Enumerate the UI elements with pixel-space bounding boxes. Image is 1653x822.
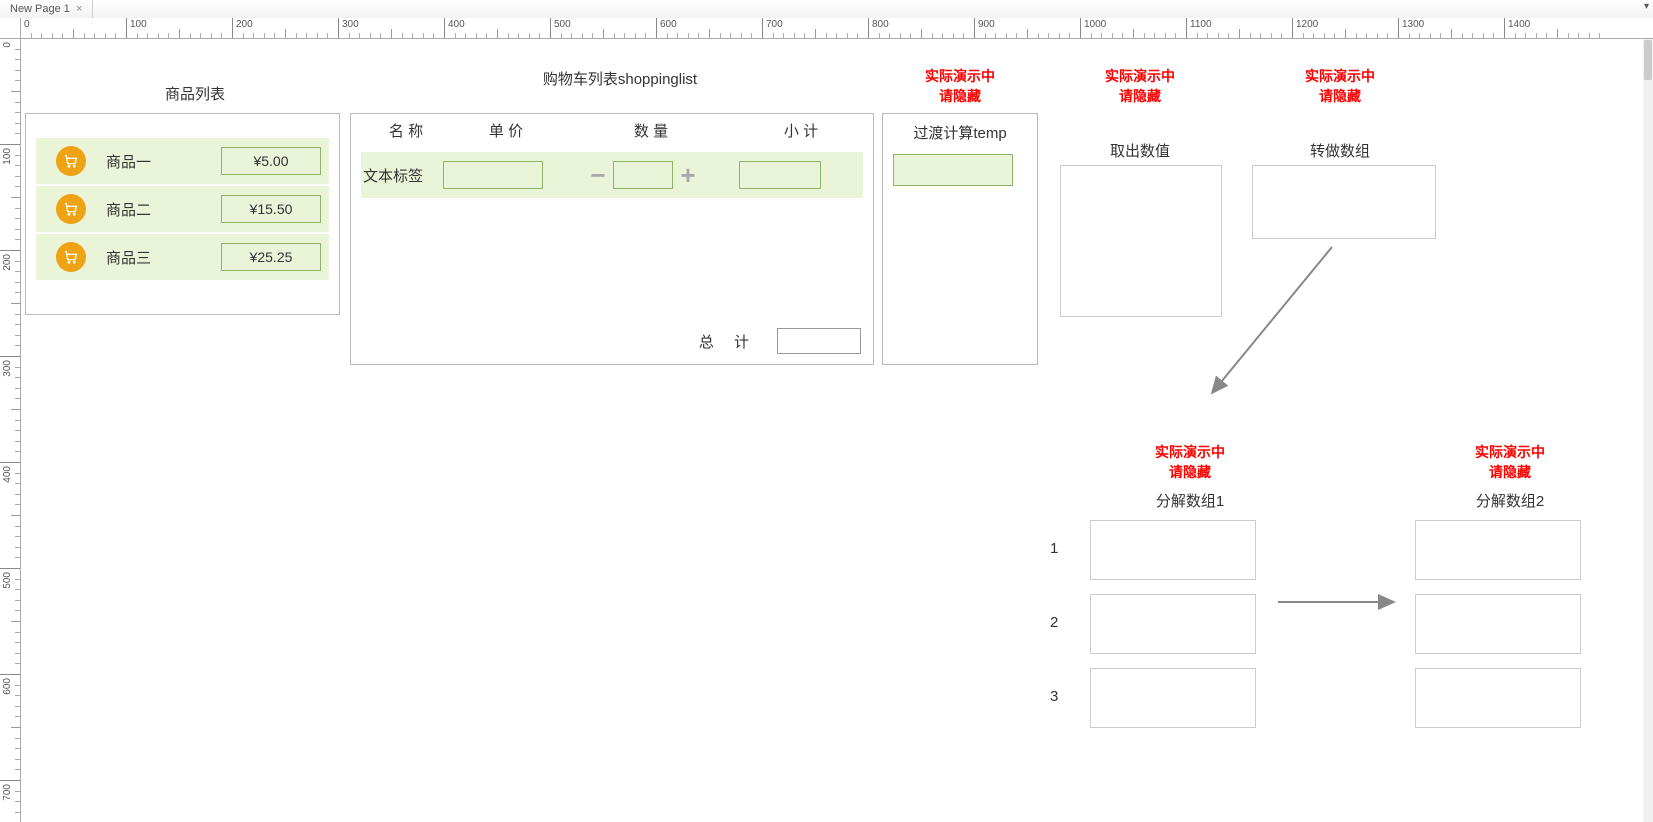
- cart-icon: [56, 194, 86, 224]
- goods-price[interactable]: [221, 147, 321, 175]
- goods-price[interactable]: [221, 243, 321, 271]
- row-index: 1: [1050, 540, 1058, 557]
- hide-note: 实际演示中 请隐藏: [1270, 66, 1410, 106]
- qty-minus-button[interactable]: −: [583, 161, 613, 189]
- shoppinglist-panel: 名 称 单 价 数 量 小 计 文本标签 − + 总 计: [350, 113, 874, 365]
- shoppinglist-row: 文本标签 − +: [361, 152, 863, 198]
- split1-box-1[interactable]: [1090, 520, 1256, 580]
- split1-box-3[interactable]: [1090, 668, 1256, 728]
- scrollbar-thumb[interactable]: [1644, 40, 1652, 80]
- row-index: 2: [1050, 614, 1058, 631]
- qty-field[interactable]: [613, 161, 673, 189]
- row-label: 文本标签: [361, 165, 443, 186]
- numbergroup-box[interactable]: [1252, 165, 1436, 239]
- goods-price[interactable]: [221, 195, 321, 223]
- total-row: 总 计: [699, 328, 861, 354]
- unit-price-field[interactable]: [443, 161, 543, 189]
- hide-note: 实际演示中 请隐藏: [890, 66, 1030, 106]
- temp-panel: 过渡计算temp: [882, 113, 1038, 365]
- tab-dropdown-icon[interactable]: ▾: [1644, 1, 1649, 12]
- hide-note: 实际演示中 请隐藏: [1070, 66, 1210, 106]
- ruler-horizontal: 0100200300400500600700800900100011001200…: [20, 18, 1653, 39]
- col-name: 名 称: [361, 120, 451, 144]
- hide-note: 实际演示中 请隐藏: [1120, 442, 1260, 482]
- col-subtotal: 小 计: [741, 120, 861, 144]
- total-label: 总 计: [699, 331, 757, 352]
- row-index: 3: [1050, 688, 1058, 705]
- subtotal-field[interactable]: [739, 161, 821, 189]
- temp-title: 过渡计算temp: [883, 122, 1037, 143]
- temp-field[interactable]: [893, 154, 1013, 186]
- design-canvas[interactable]: 商品列表 goodslist 商品一 商品二 商品三 购物车列表shoppin: [20, 38, 1643, 822]
- split2-title: 分解数组2: [1440, 490, 1580, 511]
- shoppinglist-header: 名 称 单 价 数 量 小 计: [361, 120, 863, 144]
- split2-box-1[interactable]: [1415, 520, 1581, 580]
- tab-bar: New Page 1 × ▾: [0, 0, 1653, 19]
- goods-name: 商品一: [106, 151, 151, 172]
- tab-label: New Page 1: [10, 3, 70, 15]
- tab-new-page-1[interactable]: New Page 1 ×: [0, 0, 93, 18]
- split1-title: 分解数组1: [1120, 490, 1260, 511]
- cart-icon: [56, 146, 86, 176]
- goods-item[interactable]: 商品一: [36, 138, 329, 184]
- ruler-corner: [0, 18, 21, 39]
- arrow-icon: [1274, 592, 1402, 612]
- shoppinglist-title: 购物车列表shoppinglist: [480, 68, 760, 89]
- split1-box-2[interactable]: [1090, 594, 1256, 654]
- cart-icon: [56, 242, 86, 272]
- col-unit: 单 价: [451, 120, 561, 144]
- goods-item[interactable]: 商品三: [36, 234, 329, 280]
- split2-box-2[interactable]: [1415, 594, 1581, 654]
- goodslist-panel: 商品一 商品二 商品三: [25, 113, 340, 315]
- ruler-vertical: 0100200300400500600700: [0, 38, 21, 822]
- hide-note: 实际演示中 请隐藏: [1440, 442, 1580, 482]
- goods-name: 商品三: [106, 247, 151, 268]
- close-icon[interactable]: ×: [76, 3, 82, 15]
- total-field[interactable]: [777, 328, 861, 354]
- goods-name: 商品二: [106, 199, 151, 220]
- arrow-icon: [1202, 243, 1342, 403]
- goods-item[interactable]: 商品二: [36, 186, 329, 232]
- col-qty: 数 量: [561, 120, 741, 144]
- scrollbar-vertical[interactable]: [1642, 38, 1653, 822]
- qty-plus-button[interactable]: +: [673, 161, 703, 189]
- split2-box-3[interactable]: [1415, 668, 1581, 728]
- number-box[interactable]: [1060, 165, 1222, 317]
